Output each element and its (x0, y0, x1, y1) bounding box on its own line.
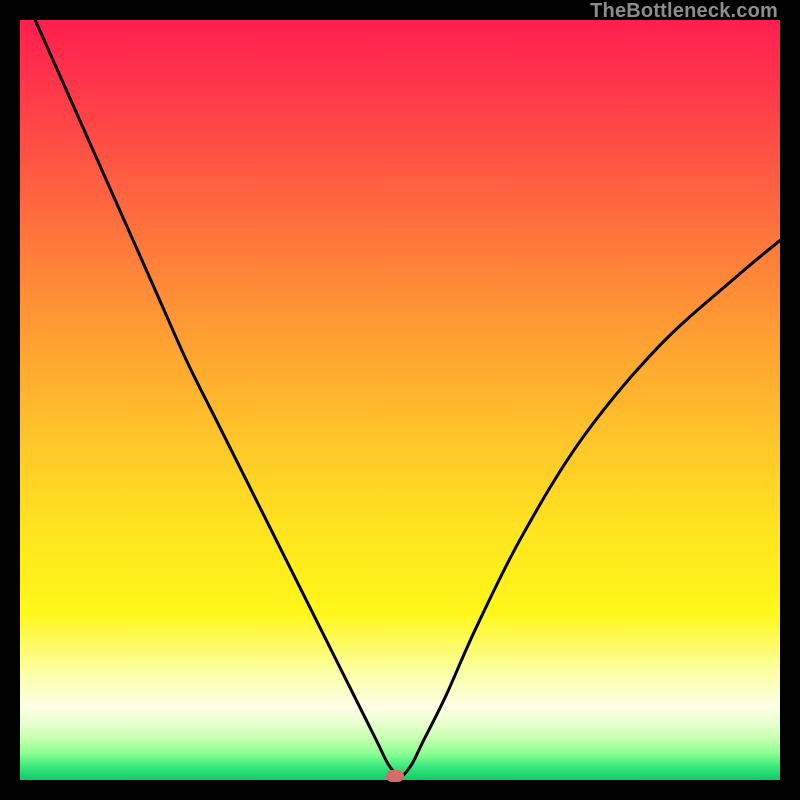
chart-frame: TheBottleneck.com (0, 0, 800, 800)
plot-area (20, 20, 780, 780)
minimum-marker (386, 770, 404, 782)
bottleneck-chart (20, 20, 780, 780)
gradient-background (20, 20, 780, 780)
